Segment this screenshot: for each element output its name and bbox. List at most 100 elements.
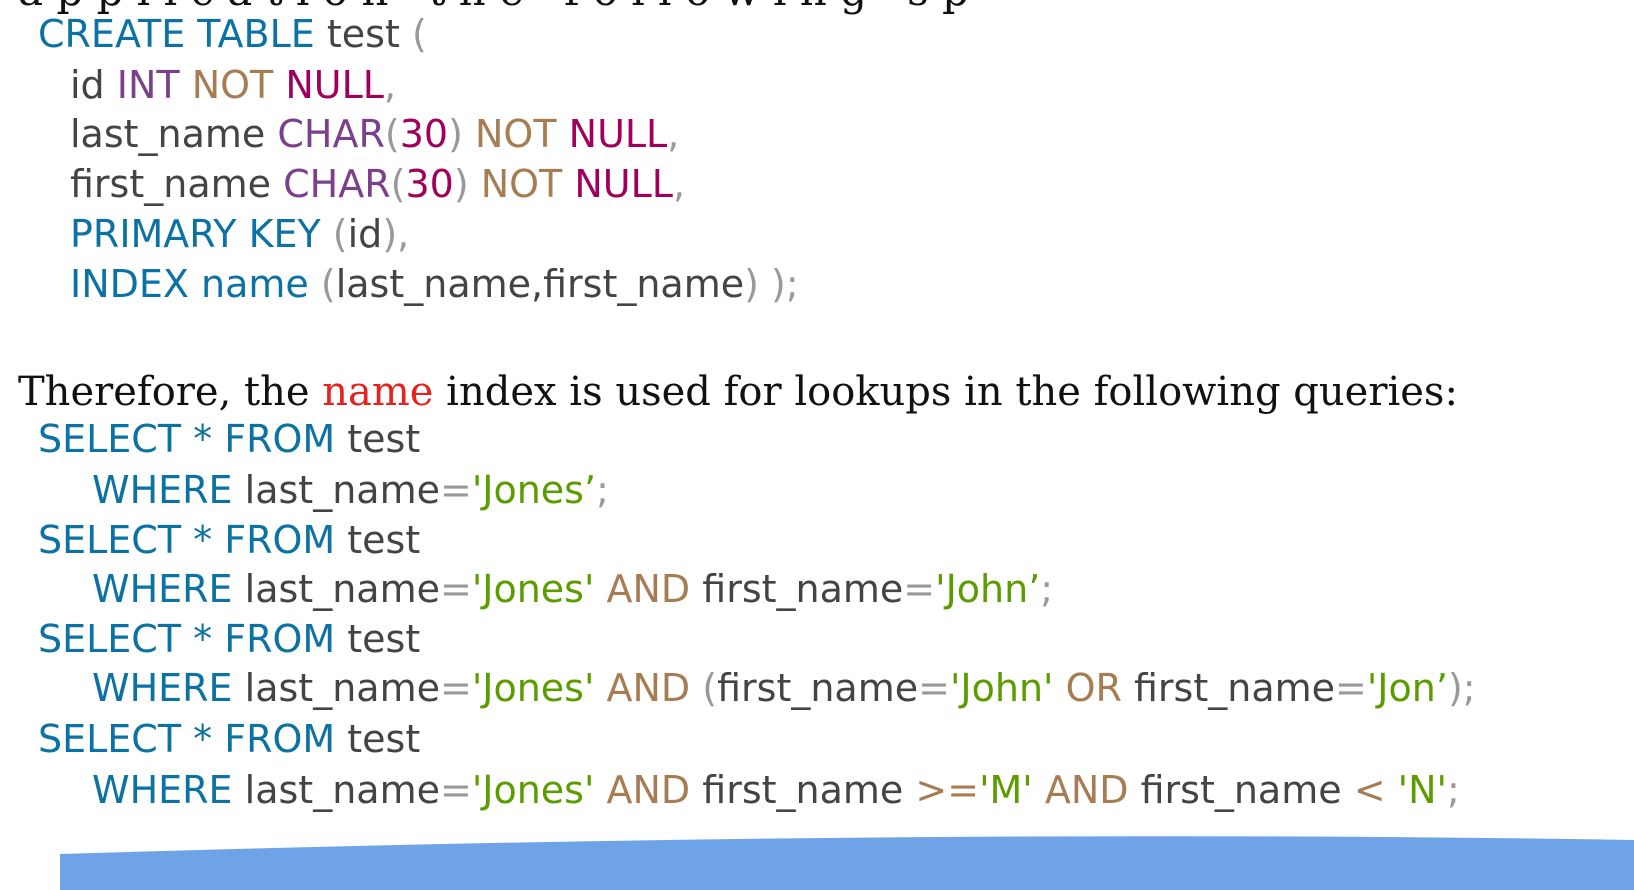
star: * xyxy=(181,617,213,661)
comma: , xyxy=(383,63,397,107)
column-name: first_name xyxy=(690,768,904,812)
column-name: last_name xyxy=(232,768,440,812)
table-name: test xyxy=(335,417,421,461)
terminator: ; xyxy=(1446,768,1460,812)
string-literal: 'Jon’ xyxy=(1366,666,1448,710)
not-keyword: NOT xyxy=(468,162,563,206)
table-name: test xyxy=(335,717,421,761)
highlighted-term: name xyxy=(322,369,434,415)
not-keyword: NOT xyxy=(462,112,557,156)
column-type: CHAR xyxy=(271,162,391,206)
query-where-line: WHERE last_name='Jones’; xyxy=(92,468,609,512)
sql-keyword: FROM xyxy=(212,417,336,461)
index-name: name xyxy=(188,262,309,306)
operator: = xyxy=(439,768,472,812)
close-paren: ) xyxy=(453,162,469,206)
open-paren: ( xyxy=(399,12,427,56)
table-name: test xyxy=(335,518,421,562)
column-def-last-name: last_name CHAR(30) NOT NULL, xyxy=(70,112,679,156)
sql-keyword: WHERE xyxy=(92,666,233,710)
column-name: id xyxy=(347,212,383,256)
open-paren: ( xyxy=(308,262,336,306)
operator: = xyxy=(439,567,472,611)
table-name: test xyxy=(314,12,400,56)
query-select-line: SELECT * FROM test xyxy=(38,518,420,562)
operator: = xyxy=(918,666,950,710)
not-keyword: NOT xyxy=(179,63,274,107)
column-name: first_name xyxy=(1128,768,1342,812)
open-paren: ( xyxy=(390,162,406,206)
open-paren: ( xyxy=(690,666,718,710)
operator: = xyxy=(903,567,936,611)
explanation-after: index is used for lookups in the followi… xyxy=(433,369,1458,415)
column-name: last_name xyxy=(232,468,440,512)
sql-keyword: SELECT xyxy=(38,518,182,562)
string-literal: 'M' xyxy=(979,768,1033,812)
column-name: last_name xyxy=(232,567,440,611)
sql-keyword: WHERE xyxy=(92,768,233,812)
query-select-line: SELECT * FROM test xyxy=(38,417,420,461)
close-paren: ) xyxy=(448,112,463,156)
comma: , xyxy=(672,162,686,206)
type-length: 30 xyxy=(399,112,449,156)
query-select-line: SELECT * FROM test xyxy=(38,717,420,761)
null-keyword: NULL xyxy=(273,63,384,107)
string-literal: 'N' xyxy=(1385,768,1447,812)
column-name: first_name xyxy=(70,162,272,206)
operator: >= xyxy=(903,768,980,812)
column-type: CHAR xyxy=(265,112,385,156)
sql-keyword: PRIMARY KEY xyxy=(70,212,321,256)
string-literal: 'Jones' xyxy=(471,768,595,812)
and-keyword: AND xyxy=(594,567,691,611)
operator: = xyxy=(439,666,472,710)
table-name: test xyxy=(335,617,421,661)
open-paren: ( xyxy=(320,212,348,256)
column-name: last_name xyxy=(70,112,266,156)
and-keyword: AND xyxy=(1032,768,1129,812)
string-literal: 'John' xyxy=(949,666,1054,710)
column-name: last_name xyxy=(232,666,440,710)
primary-key-line: PRIMARY KEY (id), xyxy=(70,212,409,256)
query-where-line: WHERE last_name='Jones' AND (first_name=… xyxy=(92,666,1476,710)
null-keyword: NULL xyxy=(556,112,668,156)
sql-keyword: SELECT xyxy=(38,717,182,761)
column-def-first-name: first_name CHAR(30) NOT NULL, xyxy=(70,162,685,206)
star: * xyxy=(181,518,213,562)
operator: < xyxy=(1341,768,1386,812)
sql-keyword: FROM xyxy=(212,518,336,562)
column-type: INT xyxy=(104,63,180,107)
column-name: first_name xyxy=(690,567,904,611)
index-columns: last_name,first_name xyxy=(335,262,745,306)
query-where-line: WHERE last_name='Jones' AND first_name='… xyxy=(92,567,1053,611)
string-literal: 'John’ xyxy=(935,567,1041,611)
or-keyword: OR xyxy=(1053,666,1122,710)
star: * xyxy=(181,417,213,461)
sql-keyword: INDEX xyxy=(70,262,189,306)
close-paren: ), xyxy=(382,212,410,256)
null-keyword: NULL xyxy=(562,162,673,206)
decorative-accent-band xyxy=(60,836,1634,890)
terminator: ); xyxy=(1447,666,1476,710)
comma: , xyxy=(667,112,680,156)
column-name: first_name xyxy=(717,666,919,710)
sql-keyword: SELECT xyxy=(38,617,182,661)
sql-keyword: CREATE TABLE xyxy=(38,12,315,56)
explanation-before: Therefore, the xyxy=(18,369,323,415)
operator: = xyxy=(1335,666,1367,710)
string-literal: 'Jones' xyxy=(471,666,595,710)
sql-keyword: WHERE xyxy=(92,468,233,512)
sql-keyword: WHERE xyxy=(92,567,233,611)
and-keyword: AND xyxy=(594,768,691,812)
index-line: INDEX name (last_name,first_name) ); xyxy=(70,262,799,306)
sql-keyword: SELECT xyxy=(38,417,182,461)
query-where-line: WHERE last_name='Jones' AND first_name >… xyxy=(92,768,1460,812)
create-table-line: CREATE TABLE test ( xyxy=(38,12,427,56)
operator: = xyxy=(439,468,472,512)
query-select-line: SELECT * FROM test xyxy=(38,617,420,661)
close-paren: ) ); xyxy=(744,262,799,306)
open-paren: ( xyxy=(384,112,400,156)
column-name: first_name xyxy=(1121,666,1336,710)
sql-keyword: FROM xyxy=(212,617,336,661)
sql-keyword: FROM xyxy=(212,717,336,761)
star: * xyxy=(181,717,213,761)
